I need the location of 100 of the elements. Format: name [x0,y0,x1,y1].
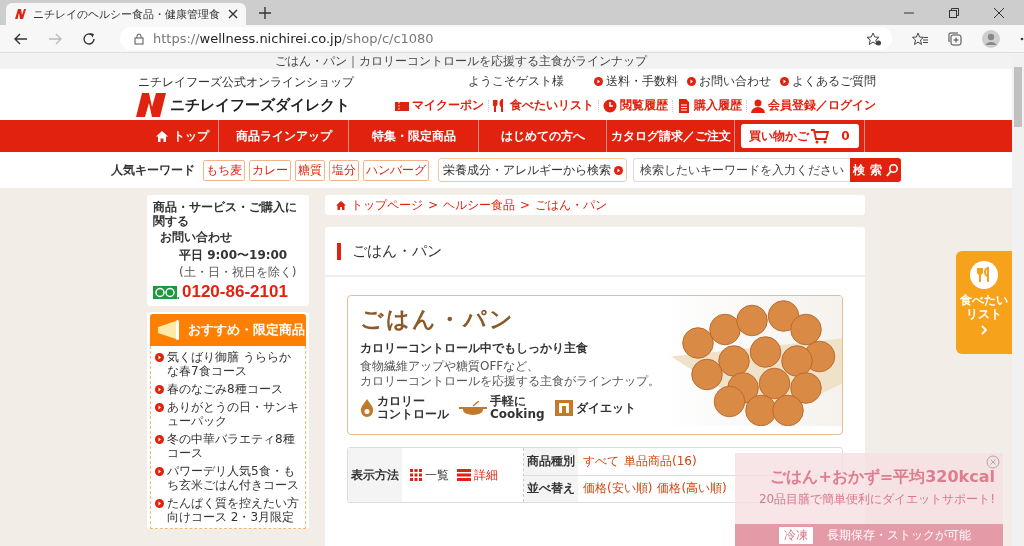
cart-icon [811,128,830,144]
flame-icon [360,399,374,417]
favorite-add-icon [866,31,882,46]
keyword-tag[interactable]: カレー [249,159,291,181]
feature-label: カロリー コントロール [377,395,449,421]
bullet-icon [687,77,696,86]
phone-number[interactable]: 0120-86-2101 [182,282,288,302]
filter-option[interactable]: すべて [583,452,619,470]
clock-icon [603,98,617,113]
address-field[interactable]: https://wellness.nichirei.co.jp/shop/c/c1080 [120,27,892,50]
close-icon [994,7,1004,18]
promo-headline: ごはん+おかず=平均320kcal [769,467,995,488]
filter-option[interactable]: 価格(安い順) [583,480,653,498]
banner-subtitle: カロリーコントロール中でもしっかり主食 [360,340,589,357]
keyword-tag[interactable]: もち麦 [203,159,245,181]
promo-note: 長期保存・ストックが可能 [827,526,971,544]
contact-title: お問い合わせ [160,229,233,246]
document-icon [677,98,691,113]
search-field[interactable]: 検索したいキーワードを入力ください [633,158,851,182]
search-icon [885,163,898,177]
category-title: ごはん・パン [352,241,442,261]
page-title: ごはん・パン｜カロリーコントロールを応援する主食がラインナップ [0,53,1012,69]
close-icon [228,9,238,19]
keyword-label: 人気キーワード [111,161,195,179]
recommend-link[interactable]: 春のなごみ8種コース [155,380,302,398]
url-text: https://wellness.nichirei.co.jp/shop/c/c1080 [153,31,434,46]
shop-tagline: ニチレイフーズ公式オンラインショップ [137,74,354,91]
recommend-link[interactable]: ありがとうの日・サンキューパック [155,398,302,430]
recommend-link[interactable]: たんぱく質を控えたい方向けコース 2・3月限定 [155,494,302,526]
feature-label: ダイエット [575,401,636,415]
reload-icon [82,31,96,46]
free-dial-icon [153,285,179,299]
bullet-icon [155,467,164,476]
list-icon [457,469,471,481]
new-tab-icon [259,7,271,19]
scrollbar[interactable] [1012,53,1024,546]
breadcrumb-link[interactable]: ヘルシー食品 [443,196,516,214]
banner-title: ごはん・パン [360,305,516,334]
header-nav-link[interactable]: マイクーポン [395,97,484,114]
display-label: 表示方法 [348,448,402,502]
pot-icon [459,401,487,415]
grid-icon [410,469,422,481]
header-link[interactable]: よくあるご質問 [780,73,876,90]
profile-avatar-icon [982,29,1000,48]
close-icon [986,455,1000,469]
recommend-header: おすすめ・限定商品 [150,314,306,346]
recommend-link[interactable]: 気くばり御膳 うららかな春7食コース [155,348,302,380]
header-nav-link[interactable]: 会員登録／ログイン [751,97,876,114]
header-nav-link[interactable]: 閲覧履歴 [603,97,668,114]
site-logo-icon [14,8,26,20]
welcome-text: ようこそゲスト様 [468,73,564,90]
scrollbar-thumb[interactable] [1014,67,1022,127]
recommend-link[interactable]: 冬の中華バラエティ8種コース [155,430,302,462]
person-icon [751,98,765,113]
keyword-tag[interactable]: 糖質 [295,159,325,181]
header-nav-link[interactable]: 購入履歴 [677,97,742,114]
contact-heading: 商品・サービス・ご購入に関する [153,200,298,228]
tab-title: ニチレイのヘルシー食品・健康管理食 [33,6,221,22]
allergy-search-link[interactable]: 栄養成分・アレルギーから検索 [438,158,627,182]
site-logo[interactable]: ニチレイフーズダイレクト [136,93,354,117]
logo-mark-icon [136,93,166,117]
keyword-tag[interactable]: 塩分 [329,159,359,181]
home-icon [336,200,346,210]
bullet-icon [155,385,164,394]
header-nav-link[interactable]: 食べたいリスト [493,97,594,114]
browser-tab[interactable]: ニチレイのヘルシー食品・健康管理食 [6,3,246,25]
bullet-icon [614,165,623,175]
breadcrumb-separator: > [520,198,531,212]
megaphone-icon [156,320,182,340]
breadcrumb-separator: > [428,198,439,212]
header-link[interactable]: お問い合わせ [687,73,771,90]
back-icon [14,32,28,45]
lock-icon [134,32,144,45]
keyword-tag[interactable]: ハンバーグ [363,159,429,181]
filter-label: 並べ替え [524,475,578,502]
bullet-icon [780,77,789,86]
promo-banner[interactable]: ごはん+おかず=平均320kcal 20品目膳で簡単便利にダイエットサポート! 冷凍 長期保存・ストックが可能 [735,453,1003,546]
breadcrumb-link[interactable]: ごはん・パン [535,196,608,214]
display-option[interactable]: 一覧 [410,466,449,484]
chevron-right-icon [981,325,987,335]
cart-button[interactable]: 買い物かご 0 [740,124,859,148]
filter-option[interactable]: 価格(高い順) [657,480,727,498]
header-link[interactable]: 送料・手数料 [594,73,678,90]
recommend-link[interactable]: パワーデリ人気5食・もち玄米ごはん付きコース [155,462,302,494]
collections-icon [948,31,962,46]
bullet-icon [155,353,164,362]
business-hours: 平日 9:00〜19:00 [179,247,289,264]
filter-option[interactable]: 単品商品(16) [624,452,697,470]
forward-icon [48,32,62,45]
title-accent-bar [337,242,341,260]
bullet-icon [155,403,164,412]
banner-description: 食物繊維アップや糖質OFFなど、 カロリーコントロールを応援する主食がラインナップ。 [360,359,660,389]
breadcrumb-link[interactable]: トップページ [351,196,423,214]
search-button[interactable]: 検 索 [850,158,901,182]
bullet-icon [594,77,603,86]
hours-note: (土・日・祝日を除く) [179,264,298,281]
bullet-icon [155,435,164,444]
display-option[interactable]: 詳細 [457,466,498,484]
filter-label: 商品種別 [524,448,578,475]
restore-icon [949,7,959,18]
